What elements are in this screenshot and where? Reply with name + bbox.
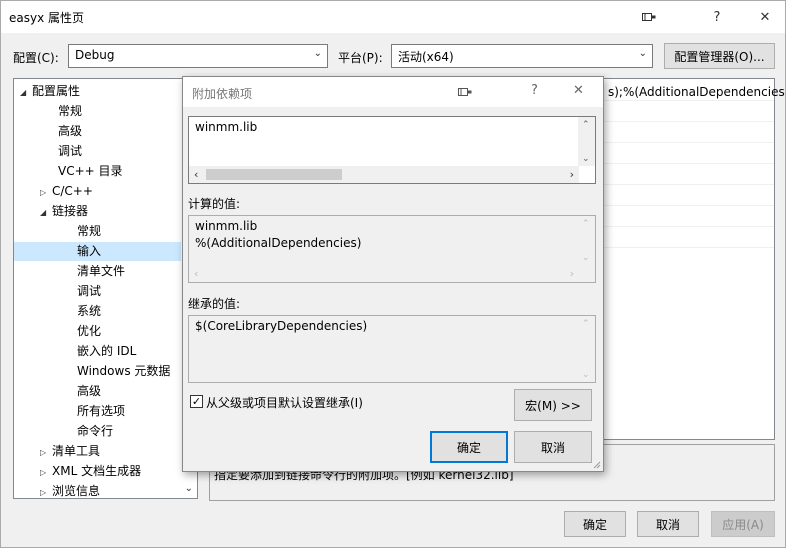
scroll-thumb[interactable] <box>206 169 342 180</box>
help-icon[interactable]: ? <box>531 83 538 98</box>
dialog-ok-button[interactable]: 确定 <box>430 431 508 463</box>
caret-icon[interactable]: ◢ <box>20 83 32 102</box>
title-bar: easyx 属性页 ? ✕ <box>1 1 785 33</box>
property-tree[interactable]: ◢ 配置属性 常规 高级 调试 VC++ 目录 ▷ C/C++ ◢ 链接器 常规 输入… <box>13 78 198 499</box>
close-icon[interactable]: ✕ <box>573 83 584 98</box>
scroll-down-icon[interactable]: ⌄ <box>582 370 590 380</box>
tree-item[interactable]: 高级 <box>77 382 101 401</box>
pin-icon[interactable] <box>629 1 669 33</box>
scroll-down-icon[interactable]: ⌄ <box>582 154 590 164</box>
config-value: Debug <box>75 48 115 62</box>
dependencies-input[interactable]: winmm.lib ⌃ ⌄ ‹ › <box>188 116 596 184</box>
grid-value: s);%(AdditionalDependencies <box>608 85 785 99</box>
computed-line: %(AdditionalDependencies) <box>195 236 362 250</box>
tree-item[interactable]: 调试 <box>58 142 82 161</box>
config-manager-button[interactable]: 配置管理器(O)... <box>664 43 775 69</box>
computed-values-box: winmm.lib %(AdditionalDependencies) ⌃ ⌄ … <box>188 215 596 283</box>
computed-line: winmm.lib <box>195 219 258 233</box>
tree-item[interactable]: Windows 元数据 <box>77 362 170 381</box>
chevron-down-icon: ⌄ <box>313 48 322 59</box>
scroll-up-icon[interactable]: ⌃ <box>582 319 590 329</box>
caret-icon[interactable]: ◢ <box>40 203 52 222</box>
horizontal-scrollbar[interactable]: ‹ › <box>189 265 579 282</box>
tree-item[interactable]: VC++ 目录 <box>58 162 123 181</box>
resize-grip-icon[interactable] <box>593 461 601 469</box>
vertical-scrollbar[interactable]: ⌃ ⌄ <box>578 117 595 166</box>
inherit-checkbox-label[interactable]: 从父级或项目默认设置继承(I) <box>206 394 363 411</box>
tree-item[interactable]: 所有选项 <box>77 402 125 421</box>
apply-button[interactable]: 应用(A) <box>711 511 775 537</box>
tree-item[interactable]: ▷ 浏览信息 <box>40 482 100 498</box>
additional-dependencies-dialog: 附加依赖项 ? ✕ winmm.lib ⌃ ⌄ ‹ › 计算的值: winmm.… <box>182 76 604 472</box>
scroll-right-icon[interactable]: › <box>570 168 574 181</box>
computed-values-label: 计算的值: <box>188 197 241 211</box>
scroll-left-icon[interactable]: ‹ <box>194 168 198 181</box>
close-icon[interactable]: ✕ <box>745 1 785 33</box>
tree-item[interactable]: ▷ XML 文档生成器 <box>40 462 141 481</box>
dialog-title-bar: 附加依赖项 ? ✕ <box>183 77 603 107</box>
macros-button[interactable]: 宏(M) >> <box>514 389 592 421</box>
chevron-down-icon: ⌄ <box>638 48 647 59</box>
window-title: easyx 属性页 <box>9 11 85 25</box>
scroll-down-icon[interactable]: ⌄ <box>582 253 590 263</box>
inherited-line: $(CoreLibraryDependencies) <box>195 319 368 333</box>
tree-item[interactable]: 调试 <box>77 282 101 301</box>
inherit-checkbox[interactable]: ✓ <box>190 395 203 408</box>
tree-item[interactable]: 嵌入的 IDL <box>77 342 136 361</box>
tree-item[interactable]: 常规 <box>58 102 82 121</box>
inherited-values-box: $(CoreLibraryDependencies) ⌃ ⌄ <box>188 315 596 383</box>
platform-value: 活动(x64) <box>398 50 454 64</box>
caret-icon[interactable]: ▷ <box>40 183 52 202</box>
tree-item[interactable]: ▷ C/C++ <box>40 182 93 201</box>
platform-label: 平台(P): <box>338 51 383 65</box>
config-combo[interactable]: Debug ⌄ <box>68 44 328 68</box>
tree-item[interactable]: 系统 <box>77 302 101 321</box>
tree-item-selected[interactable]: 输入 <box>14 242 181 261</box>
tree-item[interactable]: 常规 <box>77 222 101 241</box>
ok-button[interactable]: 确定 <box>564 511 626 537</box>
scroll-left-icon[interactable]: ‹ <box>194 267 198 280</box>
platform-combo[interactable]: 活动(x64) ⌄ <box>391 44 653 68</box>
inherited-values-label: 继承的值: <box>188 297 241 311</box>
pin-icon[interactable] <box>458 87 472 97</box>
config-label: 配置(C): <box>13 51 59 65</box>
caret-icon[interactable]: ▷ <box>40 443 52 462</box>
scroll-right-icon[interactable]: › <box>570 267 574 280</box>
cancel-button[interactable]: 取消 <box>637 511 699 537</box>
vertical-scrollbar[interactable]: ⌃ ⌄ <box>578 216 595 265</box>
dialog-title: 附加依赖项 <box>192 87 253 101</box>
tree-item[interactable]: ◢ 配置属性 <box>20 82 80 101</box>
vertical-scrollbar[interactable]: ⌃ ⌄ <box>578 316 595 382</box>
tree-item[interactable]: ◢ 链接器 <box>40 202 88 221</box>
dialog-cancel-button[interactable]: 取消 <box>514 431 592 463</box>
tree-item[interactable]: 优化 <box>77 322 101 341</box>
caret-icon[interactable]: ▷ <box>40 463 52 482</box>
tree-item[interactable]: 命令行 <box>77 422 113 441</box>
tree-item[interactable]: 清单文件 <box>77 262 125 281</box>
caret-icon[interactable]: ▷ <box>40 483 52 498</box>
tree-item[interactable]: 高级 <box>58 122 82 141</box>
chevron-down-icon[interactable]: ⌄ <box>185 483 193 494</box>
help-icon[interactable]: ? <box>697 1 737 33</box>
scroll-up-icon[interactable]: ⌃ <box>582 219 590 229</box>
horizontal-scrollbar[interactable]: ‹ › <box>189 166 579 183</box>
tree-item[interactable]: ▷ 清单工具 <box>40 442 100 461</box>
scroll-up-icon[interactable]: ⌃ <box>582 120 590 130</box>
input-text: winmm.lib <box>195 120 258 134</box>
